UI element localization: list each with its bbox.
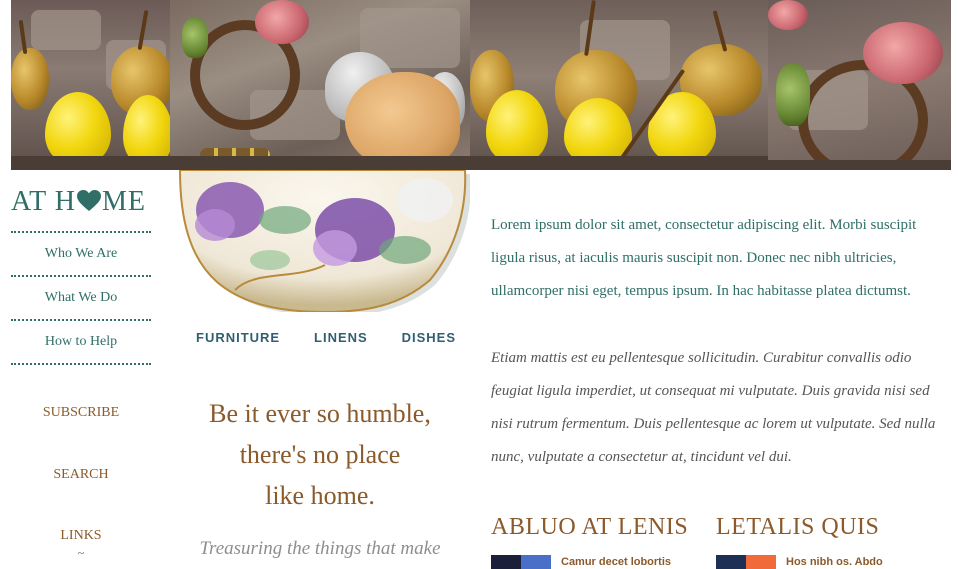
motto-line-1: Be it ever so humble, [209, 399, 431, 428]
category-dishes[interactable]: DISHES [402, 330, 456, 345]
links-link[interactable]: LINKS [11, 528, 151, 544]
section-heading-1: ABLUO AT LENIS [491, 514, 689, 540]
category-nav: FURNITURE LINENS DISHES [196, 330, 456, 345]
section-1-thumbnail[interactable] [491, 555, 551, 569]
section-2-item-link[interactable]: Hos nibh os. Abdo [786, 556, 883, 568]
motto-line-2: there's no place [239, 440, 401, 469]
header-banner [11, 0, 951, 170]
main-nav: Who We Are What We Do How to Help [11, 231, 151, 365]
logo-text-start: AT H [11, 186, 76, 217]
section-1-item-link[interactable]: Camur decet lobortis [561, 556, 671, 568]
nav-divider [11, 363, 151, 365]
motto-line-3: like home. [265, 481, 375, 510]
links-ornament: ~ [77, 546, 85, 560]
section-heading-2: LETALIS QUIS [716, 514, 880, 540]
subscribe-link[interactable]: SUBSCRIBE [11, 405, 151, 421]
nav-item-what-we-do[interactable]: What We Do [11, 275, 151, 319]
nav-item-who-we-are[interactable]: Who We Are [11, 231, 151, 275]
category-linens[interactable]: LINENS [314, 330, 368, 345]
banner-photo-wreath [768, 0, 951, 170]
site-logo[interactable]: AT H ME [11, 186, 146, 218]
nav-item-how-to-help[interactable]: How to Help [11, 319, 151, 363]
logo-text-end: ME [101, 186, 146, 217]
section-2-thumbnail[interactable] [716, 555, 776, 569]
motto: Be it ever so humble, there's no place l… [175, 393, 465, 516]
tagline: Treasuring the things that make [199, 538, 441, 559]
category-furniture[interactable]: FURNITURE [196, 330, 280, 345]
banner-photo-cutting-board [170, 0, 470, 170]
intro-paragraph: Lorem ipsum dolor sit amet, consectetur … [491, 217, 917, 299]
heart-icon [76, 190, 101, 211]
floral-plate-image [175, 170, 470, 312]
search-link[interactable]: SEARCH [11, 467, 151, 483]
banner-photo-pears [11, 0, 170, 170]
banner-photo-pears-2 [470, 0, 768, 170]
secondary-paragraph: Etiam mattis est eu pellentesque sollici… [491, 350, 936, 465]
